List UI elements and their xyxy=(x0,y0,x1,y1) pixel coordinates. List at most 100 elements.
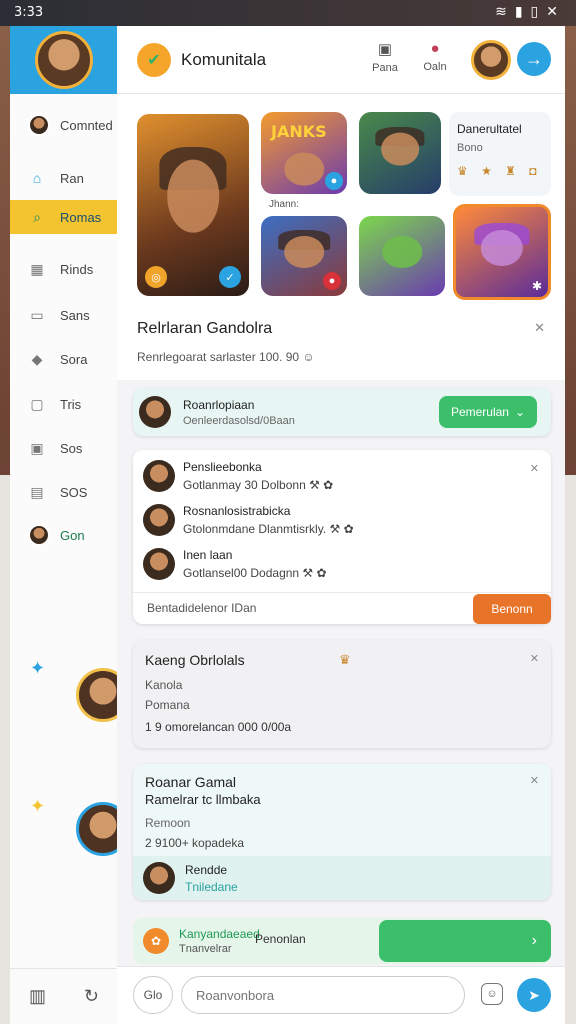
sidebar-item-tris[interactable]: ▢ Tris xyxy=(10,387,118,421)
doc-icon: ▤ xyxy=(30,483,44,500)
info-title: Danerultatel xyxy=(457,122,522,136)
sidebar-item-label: Sos xyxy=(60,440,83,456)
friends-action-button[interactable]: Benonn xyxy=(473,594,551,624)
game-tile[interactable] xyxy=(359,216,445,296)
message-input[interactable] xyxy=(181,976,465,1014)
sidebar-item-sos[interactable]: ▣ Sos xyxy=(10,431,118,465)
sidebar-item-label: Sans xyxy=(60,307,90,323)
game-tile[interactable]: ● xyxy=(261,216,347,296)
box-icon: ▣ xyxy=(30,439,44,456)
close-icon[interactable]: ✕ xyxy=(546,4,558,20)
sidebar-item-rinds[interactable]: ▦ Rinds xyxy=(10,252,118,286)
send-button[interactable]: ➤ xyxy=(517,978,551,1012)
forward-button[interactable]: → xyxy=(517,42,551,76)
list-item[interactable]: Inen laan Gotlansel00 Dodagnn ⚒ ✿ xyxy=(143,548,327,580)
close-icon[interactable]: ✕ xyxy=(530,462,539,475)
tile-face xyxy=(480,229,524,266)
wifi-icon: ≋ xyxy=(495,4,507,20)
list-item[interactable]: Rosnanlosistrabicka Gtolonmdane Dlanmtis… xyxy=(143,504,354,536)
header-button-label: Pana xyxy=(372,62,398,74)
reward-line: 2 9100+ kopadeka xyxy=(145,836,245,850)
tile-caption: Jhann: xyxy=(269,199,300,210)
avatar xyxy=(28,114,50,136)
member-name: Rendde xyxy=(185,862,228,877)
sidebar-header xyxy=(10,26,117,94)
header-button-label: Oaln xyxy=(423,61,447,73)
promo-go-button[interactable]: › xyxy=(379,920,551,962)
promo-title: Kanyandaeaed xyxy=(179,927,260,941)
close-icon[interactable]: ✕ xyxy=(530,652,539,665)
sidebar-item-sora[interactable]: ◆ Sora xyxy=(10,342,118,376)
store-icon: ▣ xyxy=(377,41,393,58)
promo-subtitle: Tnanvelrar xyxy=(179,943,232,955)
chevron-right-icon: › xyxy=(531,932,537,949)
sidebar-item-sos-2[interactable]: ▤ SOS xyxy=(10,475,118,509)
profile-avatar[interactable] xyxy=(34,31,93,89)
list-item[interactable]: Penslieebonka Gotlanmay 30 Dolbonn ⚒ ✿ xyxy=(143,460,333,492)
top-header: ✔ Komunitala ▣ Pana ● Oaln → xyxy=(117,26,565,94)
battery-icon: ▯ xyxy=(530,4,539,20)
avatar xyxy=(143,460,175,492)
avatar xyxy=(143,862,175,894)
friends-footer-text: Bentadidelenor IDan xyxy=(147,601,257,615)
profile-icon: ● xyxy=(430,40,440,57)
badge-icon: ● xyxy=(325,172,343,190)
sidebar-item-romas[interactable]: ⌕ Romas xyxy=(10,200,118,234)
header-button-oaln[interactable]: ● Oaln xyxy=(415,40,455,73)
sidebar-item-label: Romas xyxy=(60,209,102,225)
search-icon: ⌕ xyxy=(33,208,41,225)
reward-card[interactable]: Roanar Gamal Ramelrar tc llmbaka ✕ Remoo… xyxy=(133,764,551,900)
sidebar: Comnted ⌂ Ran ⌕ Romas ▦ Rinds ▭ Sans ◆ S… xyxy=(10,26,130,1024)
groups-title: Kaeng Obrlolals xyxy=(145,652,245,668)
member-desc: Tniledane xyxy=(185,879,238,894)
sparkle-icon: ✱ xyxy=(531,279,542,293)
gift-icon: ✿ xyxy=(143,928,169,954)
sidebar-item-gon[interactable]: Gon xyxy=(10,518,118,552)
groups-line: Pomana xyxy=(145,698,190,712)
chevron-down-icon: ⌄ xyxy=(514,405,526,419)
sidebar-item-sans[interactable]: ▭ Sans xyxy=(10,298,118,332)
info-subtitle: Bono xyxy=(457,142,483,154)
close-icon[interactable]: ✕ xyxy=(530,774,539,787)
sidebar-item-ran[interactable]: ⌂ Ran xyxy=(10,161,118,195)
refresh-icon[interactable]: ↻ xyxy=(84,986,99,1007)
hero-tile[interactable]: ◎ ✓ xyxy=(137,114,249,296)
game-gallery: ◎ ✓ JANKS ● Jhann: Danerultatel Bono ♛ ★… xyxy=(117,94,565,314)
game-tile[interactable]: JANKS ● xyxy=(261,112,347,194)
medal-icon: ♛ xyxy=(339,652,351,667)
sidebar-item-label: Sora xyxy=(60,351,88,367)
tile-face xyxy=(284,236,324,268)
layout-icon[interactable]: ▥ xyxy=(29,986,46,1007)
groups-line: Kanola xyxy=(145,678,183,692)
avatar xyxy=(143,548,175,580)
calendar-icon: ▢ xyxy=(30,395,44,412)
reward-member[interactable]: Rendde Tniledane xyxy=(133,856,551,900)
page-title: Komunitala xyxy=(181,49,267,69)
game-tile[interactable] xyxy=(359,112,441,194)
game-tile-featured[interactable]: ✱ xyxy=(453,204,551,300)
section-title: Relrlaran Gandolra xyxy=(137,320,273,337)
sidebar-item-label: Ran xyxy=(60,170,84,186)
sidebar-item-comnted[interactable]: Comnted xyxy=(10,108,118,142)
emoji-icon[interactable]: ☺ xyxy=(481,983,503,1005)
groups-card[interactable]: Kaeng Obrlolals ♛ ✕ Kanola Pomana 1 9 om… xyxy=(133,640,551,748)
info-icons: ♛ ★ ♜ ◘ xyxy=(457,164,542,178)
reward-line: Remoon xyxy=(145,816,191,830)
sparkle-icon: ✦ xyxy=(30,658,46,678)
info-card[interactable]: Danerultatel Bono ♛ ★ ♜ ◘ xyxy=(449,112,551,196)
friend-name: Inen laan xyxy=(183,548,233,562)
close-icon[interactable]: ✕ xyxy=(534,320,545,336)
accept-button[interactable]: Pemerulan ⌄ xyxy=(439,396,537,428)
header-button-pana[interactable]: ▣ Pana xyxy=(365,40,405,74)
sidebar-item-label: Rinds xyxy=(60,261,94,277)
folder-icon: ▭ xyxy=(30,306,44,323)
friends-card: ✕ Penslieebonka Gotlanmay 30 Dolbonn ⚒ ✿… xyxy=(133,450,551,624)
reward-title: Roanar Gamal xyxy=(145,774,237,790)
signal-icon: ▮ xyxy=(514,4,523,20)
badge-icon: ● xyxy=(323,272,341,290)
user-avatar[interactable] xyxy=(471,40,511,80)
section-subtitle: Renrlegoarat sarlaster 100. 90 ☺ xyxy=(137,350,315,364)
sidebar-item-label: Comnted xyxy=(60,117,113,133)
tile-face xyxy=(284,152,324,186)
input-mode-button[interactable]: Glo xyxy=(133,976,173,1014)
